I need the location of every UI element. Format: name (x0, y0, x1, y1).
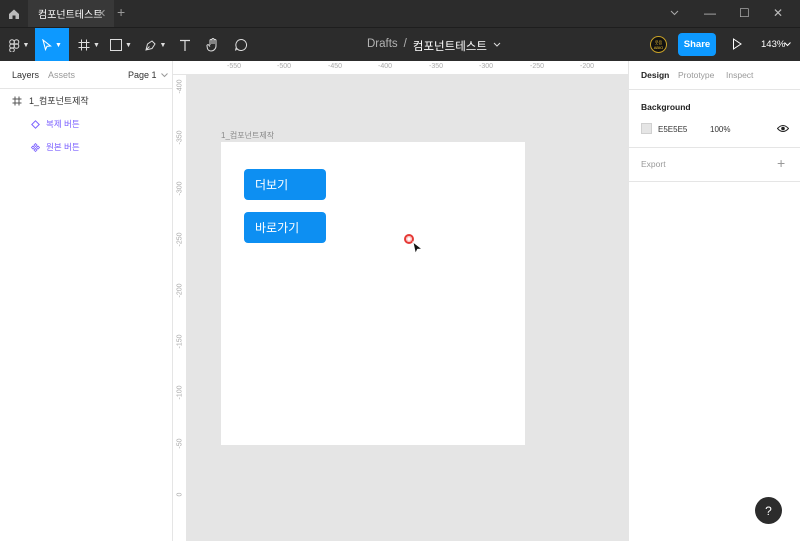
tab-prototype[interactable]: Prototype (678, 70, 714, 80)
more-button-instance[interactable]: 더보기 (244, 169, 326, 200)
ruler-vertical: -400 -350 -300 -250 -200 -150 -100 -50 0 (173, 75, 187, 541)
shape-tool-button[interactable]: ▼ (108, 28, 134, 62)
breadcrumb-drafts[interactable]: Drafts (367, 38, 398, 54)
maximize-icon[interactable]: ☐ (739, 6, 750, 20)
ruler-tick: -400 (377, 63, 393, 70)
tab-close-icon[interactable]: ✕ (97, 7, 106, 20)
frame-tool-button[interactable]: ▼ (76, 28, 102, 62)
background-opacity-input[interactable]: 100% (710, 125, 730, 134)
layer-frame-label: 1_컴포넌트제작 (29, 96, 89, 106)
layer-component-label: 복제 버튼 (46, 119, 80, 129)
move-tool-button[interactable]: ▼ (35, 28, 69, 62)
comment-tool-button[interactable] (231, 28, 251, 62)
pen-icon (144, 39, 156, 51)
add-export-icon[interactable]: + (777, 155, 785, 171)
ruler-tick: -150 (176, 334, 184, 349)
close-window-icon[interactable]: ✕ (773, 6, 783, 20)
layer-component-label: 원본 버튼 (46, 142, 80, 152)
figma-logo-icon (8, 38, 19, 52)
chevron-down-icon[interactable] (670, 10, 679, 16)
chevron-down-icon: ▼ (93, 41, 100, 49)
share-button[interactable]: Share (678, 33, 716, 56)
tab-bar: 컴포넌트테스트 ✕ + — ☐ ✕ (0, 0, 800, 27)
layers-panel: Layers Assets Page 1 1_컴포넌트제작 복제 버튼 원본 버… (0, 61, 173, 541)
present-play-icon[interactable] (732, 38, 742, 50)
figma-window: 컴포넌트테스트 ✕ + — ☐ ✕ ▼ ▼ ▼ ▼ ▼ Drafts / 컴포넌… (0, 0, 800, 541)
frame-hash-icon (78, 39, 90, 51)
ruler-tick: -300 (478, 63, 494, 70)
comment-icon (235, 38, 248, 51)
divider (629, 181, 800, 182)
ruler-tick: -550 (226, 63, 242, 70)
hand-tool-button[interactable] (203, 28, 223, 62)
ruler-tick: -100 (176, 385, 184, 400)
left-panel-tabs: Layers Assets Page 1 (0, 61, 173, 89)
zoom-dropdown[interactable]: 143% (761, 39, 785, 50)
home-icon[interactable] (0, 0, 28, 27)
tab-assets[interactable]: Assets (48, 70, 75, 80)
ruler-tick: -300 (176, 181, 184, 196)
page-label: Page 1 (128, 70, 157, 80)
page-selector[interactable]: Page 1 (128, 70, 168, 80)
shortcut-button-component[interactable]: 바로가기 (244, 212, 326, 243)
avatar[interactable]: 웃음 ABIO (650, 36, 667, 53)
background-color-swatch[interactable] (641, 123, 652, 134)
chevron-down-icon: ▼ (22, 41, 30, 49)
minimize-icon[interactable]: — (704, 6, 716, 20)
help-button[interactable]: ? (755, 497, 782, 524)
background-hex-input[interactable]: E5E5E5 (658, 125, 687, 134)
new-tab-icon[interactable]: + (117, 4, 125, 20)
ruler-tick: -50 (176, 438, 184, 449)
text-tool-button[interactable] (176, 28, 194, 62)
breadcrumb: Drafts / 컴포넌트테스트 (367, 38, 501, 54)
rectangle-icon (110, 39, 123, 51)
ruler-tick: -200 (176, 283, 184, 298)
mouse-pointer-icon (404, 234, 424, 255)
tab-layers[interactable]: Layers (12, 70, 39, 80)
eye-icon[interactable] (777, 124, 789, 133)
ruler-tick: -350 (428, 63, 444, 70)
hand-icon (206, 38, 217, 52)
component-instance-icon (31, 119, 40, 129)
move-cursor-icon (42, 39, 52, 51)
toolbar: ▼ ▼ ▼ ▼ ▼ Drafts / 컴포넌트테스트 웃음 ABIO Share… (0, 27, 800, 62)
tab-design[interactable]: Design (641, 70, 669, 80)
ruler-horizontal: -550 -500 -450 -400 -350 -300 -250 -200 (173, 61, 628, 75)
frame-hash-icon (12, 96, 22, 105)
ruler-tick: -200 (579, 63, 595, 70)
frame-title[interactable]: 1_컴포넌트제작 (221, 130, 274, 141)
main-component-icon (31, 142, 40, 152)
chevron-down-icon (161, 73, 168, 78)
ruler-tick: -500 (276, 63, 292, 70)
properties-panel: Design Prototype Inspect Background E5E5… (628, 61, 800, 541)
ruler-tick: -250 (529, 63, 545, 70)
layer-component-row[interactable]: 원본 버튼 (31, 141, 80, 153)
tab-inspect[interactable]: Inspect (726, 70, 753, 80)
background-section-title: Background (641, 102, 691, 112)
ruler-tick: 0 (176, 492, 184, 497)
main-menu-button[interactable]: ▼ (6, 28, 32, 62)
file-name[interactable]: 컴포넌트테스트 (413, 38, 487, 54)
ruler-tick: -400 (176, 79, 184, 94)
ruler-tick: -350 (176, 130, 184, 145)
pen-tool-button[interactable]: ▼ (142, 28, 168, 62)
chevron-down-icon[interactable] (784, 42, 791, 47)
ruler-tick: -250 (176, 232, 184, 247)
ruler-tick: -450 (327, 63, 343, 70)
chevron-down-icon: ▼ (55, 41, 62, 49)
divider (629, 147, 800, 148)
tab-file-label: 컴포넌트테스트 (38, 10, 103, 21)
chevron-down-icon: ▼ (125, 41, 132, 49)
chevron-down-icon[interactable] (493, 42, 501, 48)
layer-component-row[interactable]: 복제 버튼 (31, 118, 80, 130)
chevron-down-icon: ▼ (159, 41, 167, 49)
text-icon (180, 39, 190, 51)
layer-frame-row[interactable]: 1_컴포넌트제작 (12, 94, 89, 107)
right-panel-tabs: Design Prototype Inspect (629, 61, 800, 90)
breadcrumb-separator: / (403, 38, 407, 50)
export-section-title: Export (641, 159, 666, 169)
